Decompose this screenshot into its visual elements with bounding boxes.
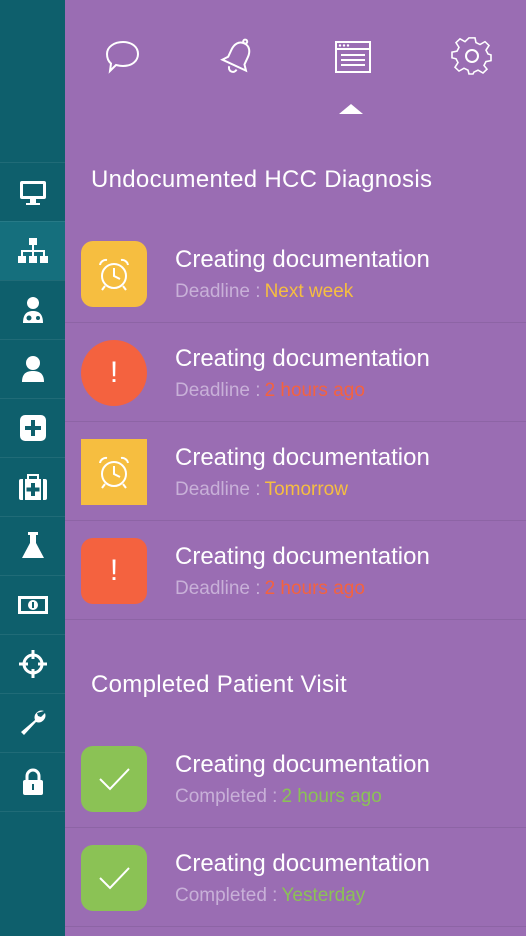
doctor-icon xyxy=(22,297,43,323)
bell-icon xyxy=(220,38,251,73)
active-tab-indicator xyxy=(339,104,363,114)
list-item[interactable]: ! Creating documentation Deadline :2 hou… xyxy=(65,521,526,620)
row-title: Creating documentation xyxy=(175,543,430,570)
row-title: Creating documentation xyxy=(175,345,430,372)
section-title-completed: Completed Patient Visit xyxy=(91,671,347,698)
status-badge: ! xyxy=(81,340,147,406)
list-item[interactable]: Creating documentation Completed : Yester… xyxy=(65,828,526,927)
lock-icon xyxy=(22,768,43,795)
top-toolbar xyxy=(65,34,526,82)
sidebar-item-target[interactable] xyxy=(0,634,65,693)
section-title-hcc: Undocumented HCC Diagnosis xyxy=(91,166,433,193)
medical-kit-icon xyxy=(18,474,47,500)
settings-button[interactable] xyxy=(449,34,495,80)
completed-label: Completed : xyxy=(175,885,278,906)
sidebar-item-hierarchy[interactable] xyxy=(0,221,65,280)
list-item[interactable]: Creating documentation Deadline : Next we… xyxy=(65,224,526,323)
checkmark-icon xyxy=(99,867,130,890)
sidebar xyxy=(0,0,65,936)
sidebar-item-monitor[interactable] xyxy=(0,162,65,221)
completed-value: 2 hours ago xyxy=(281,786,382,807)
completed-value: Yesterday xyxy=(281,885,366,906)
status-badge xyxy=(81,845,147,911)
sidebar-item-billing[interactable] xyxy=(0,575,65,634)
row-title: Creating documentation xyxy=(175,246,430,273)
sidebar-item-lab[interactable] xyxy=(0,516,65,575)
row-title: Creating documentation xyxy=(175,850,430,877)
row-subtitle: Deadline : Tomorrow xyxy=(175,479,348,501)
completed-label: Completed : xyxy=(175,786,278,807)
crosshair-icon xyxy=(18,650,47,678)
status-badge xyxy=(81,746,147,812)
hierarchy-icon xyxy=(17,238,48,263)
sidebar-item-plus[interactable] xyxy=(0,398,65,457)
row-title: Creating documentation xyxy=(175,444,430,471)
status-badge xyxy=(81,439,147,505)
list-item[interactable]: Creating documentation Completed :2 hour… xyxy=(65,729,526,828)
row-subtitle: Deadline :2 hours ago xyxy=(175,380,365,402)
sidebar-item-tools[interactable] xyxy=(0,693,65,752)
deadline-value: Tomorrow xyxy=(264,479,348,500)
row-subtitle: Completed :2 hours ago xyxy=(175,786,382,808)
sidebar-item-user[interactable] xyxy=(0,339,65,398)
alert-icon: ! xyxy=(109,356,119,389)
sidebar-item-doctor[interactable] xyxy=(0,280,65,339)
messages-button[interactable] xyxy=(100,34,146,80)
deadline-value: 2 hours ago xyxy=(264,380,365,401)
deadline-label: Deadline : xyxy=(175,578,261,599)
deadline-value: 2 hours ago xyxy=(264,578,365,599)
user-icon xyxy=(21,356,44,382)
browser-window-icon xyxy=(335,41,371,73)
alarm-clock-icon xyxy=(99,456,129,489)
tasks-button[interactable] xyxy=(330,34,376,80)
money-icon xyxy=(17,596,48,614)
status-badge xyxy=(81,241,147,307)
alert-icon: ! xyxy=(109,554,119,587)
main-panel: Undocumented HCC Diagnosis Creating docu… xyxy=(65,0,526,936)
notifications-button[interactable] xyxy=(215,34,261,80)
deadline-label: Deadline : xyxy=(175,479,261,500)
gear-icon xyxy=(451,37,492,75)
row-subtitle: Deadline :2 hours ago xyxy=(175,578,365,600)
status-badge: ! xyxy=(81,538,147,604)
monitor-icon xyxy=(19,181,46,205)
flask-icon xyxy=(21,532,44,558)
alarm-clock-icon xyxy=(99,258,129,291)
row-subtitle: Completed : Yesterday xyxy=(175,885,365,907)
chat-bubble-icon xyxy=(105,40,140,74)
row-title: Creating documentation xyxy=(175,751,430,778)
sidebar-item-lock[interactable] xyxy=(0,752,65,811)
deadline-label: Deadline : xyxy=(175,281,261,302)
checkmark-icon xyxy=(99,768,130,791)
sidebar-divider xyxy=(0,811,65,812)
plus-box-icon xyxy=(19,415,46,441)
list-item[interactable]: Creating documentation Deadline : Tomorro… xyxy=(65,422,526,521)
list-item[interactable]: ! Creating documentation Deadline :2 hou… xyxy=(65,323,526,422)
wrench-icon xyxy=(20,710,45,735)
row-subtitle: Deadline : Next week xyxy=(175,281,353,303)
sidebar-item-medkit[interactable] xyxy=(0,457,65,516)
deadline-label: Deadline : xyxy=(175,380,261,401)
deadline-value: Next week xyxy=(264,281,354,302)
